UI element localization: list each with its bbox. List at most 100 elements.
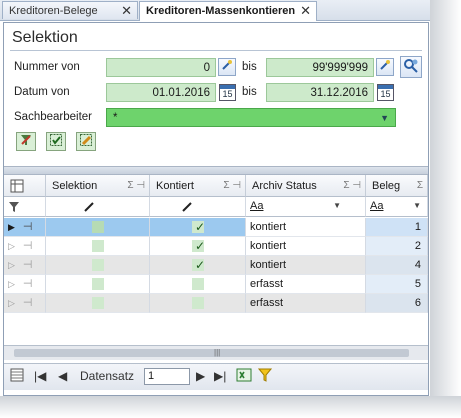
column-header-beleg[interactable]: Beleg Σ xyxy=(366,175,428,197)
column-chooser-icon[interactable] xyxy=(4,175,46,197)
main-panel: Selektion Nummer von 0 bis 99'999'999 Da… xyxy=(3,22,429,396)
tab-kreditoren-massenkontieren[interactable]: Kreditoren-Massenkontieren ✕ xyxy=(139,1,317,21)
nummer-bis-field[interactable]: 99'999'999 xyxy=(266,58,374,77)
sum-icon[interactable]: Σ xyxy=(417,175,423,196)
filter-cell-kontiert[interactable] xyxy=(150,197,246,217)
datum-bis-label: bis xyxy=(242,86,257,98)
kontiert-cell[interactable]: ✓ xyxy=(150,218,246,237)
row-indicator[interactable]: ▷ ⊣ xyxy=(4,237,46,256)
status-cell: erfasst xyxy=(246,275,366,294)
filter-text: Aa xyxy=(370,200,384,212)
filter-cell-selektion[interactable] xyxy=(46,197,150,217)
row-indicator[interactable]: ▷ ⊣ xyxy=(4,256,46,275)
table-row[interactable]: ▷ ⊣ ✓ kontiert 4 xyxy=(4,256,428,275)
selektion-cell[interactable] xyxy=(46,256,150,275)
close-icon[interactable]: ✕ xyxy=(121,2,132,20)
filter-cell-beleg[interactable]: Aa ▼ xyxy=(366,197,428,217)
beleg-cell: 6 xyxy=(366,294,428,313)
chevron-down-icon[interactable]: ▼ xyxy=(333,201,341,210)
previous-record-icon[interactable]: ◀ xyxy=(58,369,67,383)
grip-icon: ||| xyxy=(214,348,221,357)
filter-cell-archiv-status[interactable]: Aa ▼ xyxy=(246,197,366,217)
selektion-cell[interactable] xyxy=(46,237,150,256)
status-cell: kontiert xyxy=(246,218,366,237)
scrollbar-thumb[interactable] xyxy=(14,349,409,357)
beleg-cell: 1 xyxy=(366,218,428,237)
column-header-kontiert[interactable]: Kontiert Σ ⊣ xyxy=(150,175,246,197)
row-indicator[interactable]: ▷ ⊣ xyxy=(4,275,46,294)
tab-kreditoren-belege[interactable]: Kreditoren-Belege ✕ xyxy=(2,1,138,19)
column-label: Kontiert xyxy=(156,180,194,192)
table-row[interactable]: ▷ ⊣ erfasst 5 xyxy=(4,275,428,294)
layout-icon[interactable] xyxy=(10,368,24,385)
nummer-von-field[interactable]: 0 xyxy=(106,58,216,77)
selektion-cell[interactable] xyxy=(46,218,150,237)
last-record-icon[interactable]: ▶| xyxy=(214,369,226,383)
kontiert-cell[interactable] xyxy=(150,294,246,313)
section-divider xyxy=(10,50,422,51)
sachbearbeiter-select[interactable]: * ▼ xyxy=(106,108,396,127)
row-indicator[interactable]: ▶ ⊣ xyxy=(4,218,46,237)
splitter-bar[interactable] xyxy=(4,166,428,175)
beleg-cell: 5 xyxy=(366,275,428,294)
horizontal-scrollbar[interactable]: ||| xyxy=(4,345,428,360)
table-row[interactable]: ▷ ⊣ ✓ kontiert 2 xyxy=(4,237,428,256)
close-icon[interactable]: ✕ xyxy=(300,2,311,20)
calendar-icon[interactable]: 15 xyxy=(219,84,236,101)
datum-bis-field[interactable]: 31.12.2016 xyxy=(266,83,374,102)
kontiert-cell[interactable]: ✓ xyxy=(150,237,246,256)
nummer-bis-label: bis xyxy=(242,61,257,73)
column-label: Beleg xyxy=(372,180,401,192)
pin-icon[interactable]: ⊣ xyxy=(23,278,33,290)
sum-icon[interactable]: Σ ⊣ xyxy=(343,175,361,196)
record-number-input[interactable]: 1 xyxy=(144,368,190,385)
lookup-wand-icon[interactable] xyxy=(376,58,394,76)
kontiert-cell[interactable] xyxy=(150,275,246,294)
record-navigator: |◀ ◀ Datensatz 1 ▶ ▶| xyxy=(4,363,428,390)
search-people-icon[interactable] xyxy=(400,56,422,78)
datum-von-label: Datum von xyxy=(14,86,70,98)
pin-icon[interactable]: ⊣ xyxy=(23,259,33,271)
status-cell: kontiert xyxy=(246,256,366,275)
first-record-icon[interactable]: |◀ xyxy=(34,369,46,383)
table-row[interactable]: ▶ ⊣ ✓ kontiert 1 xyxy=(4,218,428,237)
excel-export-icon[interactable] xyxy=(236,368,252,385)
selektion-cell[interactable] xyxy=(46,294,150,313)
pin-icon[interactable]: ⊣ xyxy=(23,221,33,233)
beleg-cell: 4 xyxy=(366,256,428,275)
filter-icon[interactable] xyxy=(4,197,46,217)
beleg-cell: 2 xyxy=(366,237,428,256)
calendar-icon[interactable]: 15 xyxy=(377,84,394,101)
sum-icon[interactable]: Σ ⊣ xyxy=(127,175,145,196)
table-row[interactable]: ▷ ⊣ erfasst 6 xyxy=(4,294,428,313)
nummer-von-label: Nummer von xyxy=(14,61,80,73)
pin-icon[interactable]: ⊣ xyxy=(23,297,33,309)
datum-von-field[interactable]: 01.01.2016 xyxy=(106,83,216,102)
kontiert-cell[interactable]: ✓ xyxy=(150,256,246,275)
status-cell: kontiert xyxy=(246,237,366,256)
filter-text: Aa xyxy=(250,200,264,212)
filter-icon[interactable] xyxy=(257,368,273,385)
section-title: Selektion xyxy=(12,29,78,46)
next-record-icon[interactable]: ▶ xyxy=(196,369,205,383)
status-cell: erfasst xyxy=(246,294,366,313)
select-all-icon[interactable] xyxy=(46,132,66,151)
window-shadow xyxy=(430,0,461,418)
column-label: Selektion xyxy=(52,180,98,192)
sum-icon[interactable]: Σ ⊣ xyxy=(223,175,241,196)
pin-icon[interactable]: ⊣ xyxy=(23,240,33,252)
datensatz-label: Datensatz xyxy=(80,369,135,383)
tab-label: Kreditoren-Massenkontieren xyxy=(146,5,296,17)
column-header-selektion[interactable]: Selektion Σ ⊣ xyxy=(46,175,150,197)
column-header-archiv-status[interactable]: Archiv Status Σ ⊣ xyxy=(246,175,366,197)
edit-selection-icon[interactable] xyxy=(76,132,96,151)
clear-filter-icon[interactable] xyxy=(16,132,36,151)
chevron-down-icon[interactable]: ▼ xyxy=(413,201,421,210)
selektion-cell[interactable] xyxy=(46,275,150,294)
sachbearbeiter-value: * xyxy=(113,112,118,124)
row-indicator[interactable]: ▷ ⊣ xyxy=(4,294,46,313)
tab-label: Kreditoren-Belege xyxy=(9,5,98,17)
window-shadow xyxy=(0,396,461,418)
lookup-wand-icon[interactable] xyxy=(218,58,236,76)
chevron-down-icon[interactable]: ▼ xyxy=(380,109,389,128)
